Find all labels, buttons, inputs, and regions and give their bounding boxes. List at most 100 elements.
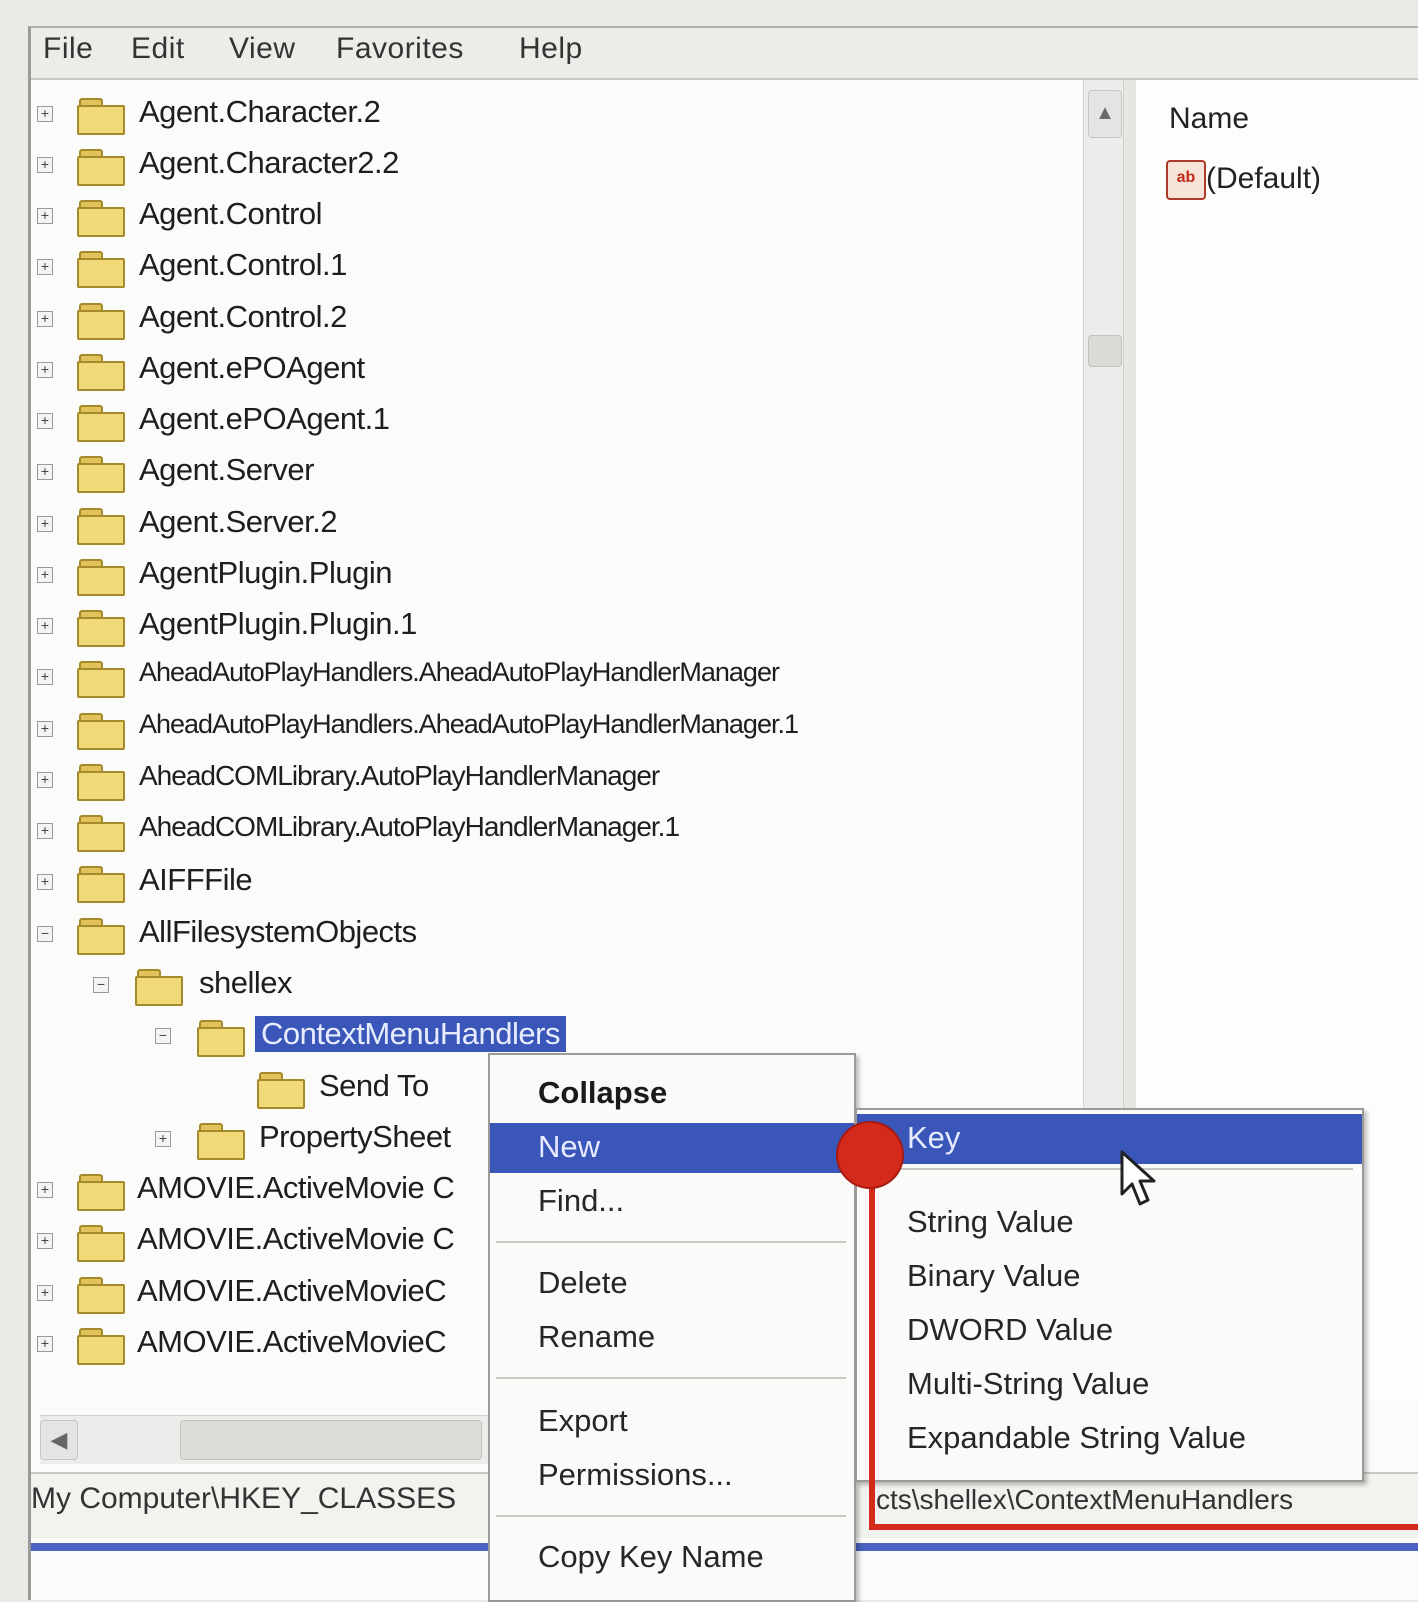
menu-item-label: Delete: [538, 1265, 628, 1300]
annotation-marker: [838, 1123, 902, 1187]
tree-item-label: Send To: [319, 1068, 429, 1103]
expand-icon[interactable]: +: [37, 311, 53, 327]
new-submenu: Key String Value Binary Value DWORD Valu…: [855, 1108, 1364, 1482]
tree-item-label: AheadCOMLibrary.AutoPlayHandlerManager: [139, 760, 660, 791]
folder-icon: [77, 456, 125, 493]
tree-item-label: AMOVIE.ActiveMovie C: [137, 1170, 455, 1205]
folder-icon: [77, 866, 125, 903]
menu-item-rename[interactable]: Rename: [490, 1313, 854, 1363]
menu-item-label: Collapse: [538, 1075, 668, 1110]
menu-edit[interactable]: Edit: [131, 32, 185, 66]
expand-icon[interactable]: +: [37, 516, 53, 532]
expand-icon[interactable]: +: [37, 106, 53, 122]
menu-help[interactable]: Help: [519, 32, 583, 66]
tree-item-label: AgentPlugin.Plugin: [139, 555, 392, 590]
expand-icon[interactable]: +: [37, 618, 53, 634]
expand-icon[interactable]: +: [37, 721, 53, 737]
string-value-icon: ab: [1166, 160, 1206, 200]
scroll-left-icon[interactable]: ◀: [40, 1420, 78, 1460]
menu-item-label: Key: [907, 1120, 961, 1155]
folder-icon: [77, 251, 125, 288]
expand-icon[interactable]: +: [37, 208, 53, 224]
expand-icon[interactable]: +: [37, 413, 53, 429]
expand-icon[interactable]: +: [37, 1182, 53, 1198]
expand-icon[interactable]: +: [37, 259, 53, 275]
menu-separator: [496, 1241, 846, 1243]
expand-icon[interactable]: +: [37, 1233, 53, 1249]
expand-icon[interactable]: +: [37, 669, 53, 685]
scrollbar-thumb[interactable]: [1088, 335, 1122, 367]
menu-item-label: Export: [538, 1403, 628, 1438]
menu-item-new[interactable]: New: [490, 1123, 854, 1173]
menu-separator: [496, 1515, 846, 1517]
folder-icon: [135, 969, 183, 1006]
menu-separator: [496, 1377, 846, 1379]
folder-icon: [77, 1174, 125, 1211]
collapse-icon[interactable]: −: [37, 926, 53, 942]
expand-icon[interactable]: +: [37, 464, 53, 480]
expand-icon[interactable]: +: [37, 362, 53, 378]
menu-item-label: Binary Value: [907, 1258, 1081, 1293]
menu-view[interactable]: View: [229, 32, 295, 66]
scroll-up-icon[interactable]: ▲: [1088, 90, 1122, 138]
folder-icon: [77, 815, 125, 852]
tree-item-label: Agent.Control.2: [139, 299, 347, 334]
folder-icon: [77, 610, 125, 647]
menu-item-label: Permissions...: [538, 1457, 733, 1492]
collapse-icon[interactable]: −: [93, 977, 109, 993]
folder-icon: [77, 354, 125, 391]
folder-icon: [77, 713, 125, 750]
tree-item-label: Agent.Server.2: [139, 504, 338, 539]
menu-item-expandable-string-value[interactable]: Expandable String Value: [857, 1414, 1362, 1464]
status-path-continued: cts\shellex\ContextMenuHandlers: [876, 1484, 1294, 1515]
column-header-name[interactable]: Name: [1169, 102, 1249, 136]
menu-bar: File Edit View Favorites Help: [31, 28, 1418, 80]
tree-item-label: AMOVIE.ActiveMovieC: [137, 1324, 447, 1359]
menu-separator: [863, 1168, 1353, 1170]
menu-item-label: Copy Key Name: [538, 1539, 764, 1574]
value-name: (Default): [1206, 162, 1322, 195]
menu-item-binary-value[interactable]: Binary Value: [857, 1252, 1362, 1302]
tree-item-label: Agent.ePOAgent: [139, 350, 365, 385]
annotation-line: [869, 1524, 1418, 1530]
expand-icon[interactable]: +: [155, 1131, 171, 1147]
tree-item-label: Agent.Character.2: [139, 94, 381, 129]
tree-item-label: shellex: [199, 965, 293, 1000]
menu-favorites[interactable]: Favorites: [336, 32, 464, 66]
menu-item-multi-string-value[interactable]: Multi-String Value: [857, 1360, 1362, 1410]
menu-item-find[interactable]: Find...: [490, 1177, 854, 1227]
menu-item-key[interactable]: Key: [857, 1114, 1362, 1164]
menu-item-export[interactable]: Export: [490, 1397, 854, 1447]
expand-icon[interactable]: +: [37, 1285, 53, 1301]
expand-icon[interactable]: +: [37, 874, 53, 890]
expand-icon[interactable]: +: [37, 772, 53, 788]
tree-item-label: AIFFFile: [139, 862, 253, 897]
mouse-cursor-icon: [1120, 1150, 1156, 1206]
folder-icon: [77, 918, 125, 955]
tree-item-label: AMOVIE.ActiveMovie C: [137, 1221, 455, 1256]
menu-item-collapse[interactable]: Collapse: [490, 1069, 854, 1119]
expand-icon[interactable]: +: [37, 823, 53, 839]
folder-icon: [77, 661, 125, 698]
tree-item-label: AllFilesystemObjects: [139, 914, 417, 949]
annotation-line: [869, 1170, 875, 1530]
menu-item-label: New: [538, 1129, 601, 1164]
expand-icon[interactable]: +: [37, 567, 53, 583]
menu-item-copy-key-name[interactable]: Copy Key Name: [490, 1533, 854, 1583]
folder-icon: [77, 1328, 125, 1365]
menu-item-dword-value[interactable]: DWORD Value: [857, 1306, 1362, 1356]
menu-item-label: Expandable String Value: [907, 1420, 1246, 1455]
folder-icon: [77, 405, 125, 442]
menu-item-permissions[interactable]: Permissions...: [490, 1451, 854, 1501]
scrollbar-thumb[interactable]: [180, 1420, 482, 1460]
menu-item-string-value[interactable]: String Value: [857, 1198, 1362, 1248]
menu-file[interactable]: File: [43, 32, 93, 66]
menu-item-label: Multi-String Value: [907, 1366, 1150, 1401]
collapse-icon[interactable]: −: [155, 1028, 171, 1044]
folder-icon: [77, 200, 125, 237]
expand-icon[interactable]: +: [37, 1336, 53, 1352]
tree-item-label: PropertySheet: [259, 1119, 451, 1154]
expand-icon[interactable]: +: [37, 157, 53, 173]
tree-horizontal-scrollbar[interactable]: ◀: [40, 1415, 490, 1464]
menu-item-delete[interactable]: Delete: [490, 1259, 854, 1309]
